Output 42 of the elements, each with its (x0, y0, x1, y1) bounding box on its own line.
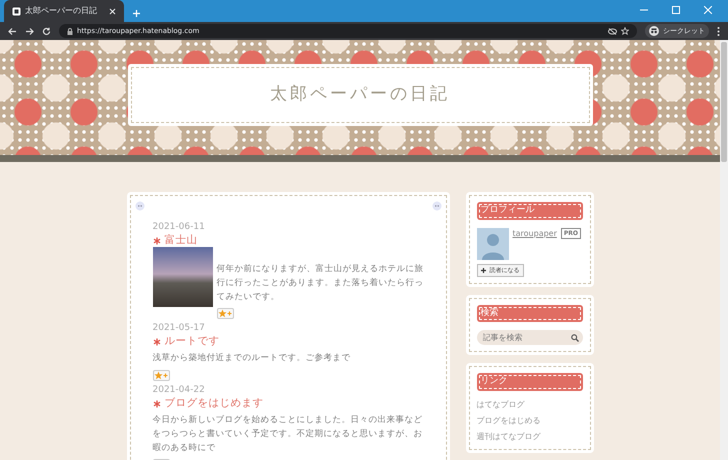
photo-placeholder (152, 247, 212, 308)
lock-icon (67, 28, 73, 34)
more-menu-icon[interactable] (717, 26, 720, 36)
new-tab-icon[interactable] (132, 9, 141, 18)
incognito-icon (649, 26, 659, 36)
entry-title-link[interactable]: ブログをはじめます (164, 396, 264, 410)
entry-text: 浅草から築地付近までのルートです。ご参考まで (152, 352, 350, 366)
close-icon[interactable] (109, 8, 116, 14)
eye-slash-icon[interactable] (608, 28, 617, 34)
search-field[interactable]: 記事を検索 (476, 330, 582, 345)
scrollbar[interactable] (720, 40, 728, 460)
ornament-icon (432, 201, 442, 211)
entry-date: 2021-06-11 (152, 222, 206, 234)
entry-title-link[interactable]: ルートです (164, 334, 220, 348)
sidebar-link[interactable]: 週刊はてなブログ (476, 430, 582, 442)
blog-title[interactable]: 太郎ペーパーの日記 (270, 82, 450, 108)
asterisk-icon (152, 338, 160, 346)
entry-text: 何年か前になりますが、富士山が見えるホテルに旅行に行ったことがあります。また落ち着いたら行ってみたいです。 (216, 262, 424, 304)
entry-title-link[interactable]: 富士山 (164, 234, 198, 248)
sidebar-link[interactable]: ブログをはじめる (476, 414, 582, 426)
search-input[interactable]: 記事を検索 (480, 330, 560, 344)
entry-date: 2021-04-22 (152, 385, 206, 397)
asterisk-icon (152, 236, 160, 244)
links-heading: リンク (476, 373, 582, 390)
forward-arrow-icon[interactable] (25, 26, 34, 36)
maximize-icon[interactable] (672, 6, 680, 14)
entry-text: 今日から新しいブログを始めることにしました。日々の出来事などをつらつらと書いていく予定です。不定期になると思いますが、お暇のある時にで (152, 414, 424, 455)
blog-favicon-icon (12, 6, 21, 16)
back-arrow-icon[interactable] (8, 26, 17, 36)
star-outline-icon[interactable] (621, 27, 629, 35)
entry-date: 2021-05-17 (152, 323, 206, 335)
sidebar-link[interactable]: はてなブログ (476, 398, 582, 410)
add-star-button[interactable] (152, 370, 170, 382)
username-link[interactable]: taroupaper (512, 228, 557, 240)
asterisk-icon (152, 400, 160, 408)
search-icon[interactable] (570, 334, 578, 342)
search-heading: 検索 (476, 304, 582, 322)
add-star-button[interactable] (216, 308, 234, 320)
reload-icon[interactable] (42, 26, 51, 36)
ornament-icon (134, 201, 144, 211)
profile-heading: プロフィール (476, 202, 582, 220)
plus-icon (480, 268, 486, 272)
